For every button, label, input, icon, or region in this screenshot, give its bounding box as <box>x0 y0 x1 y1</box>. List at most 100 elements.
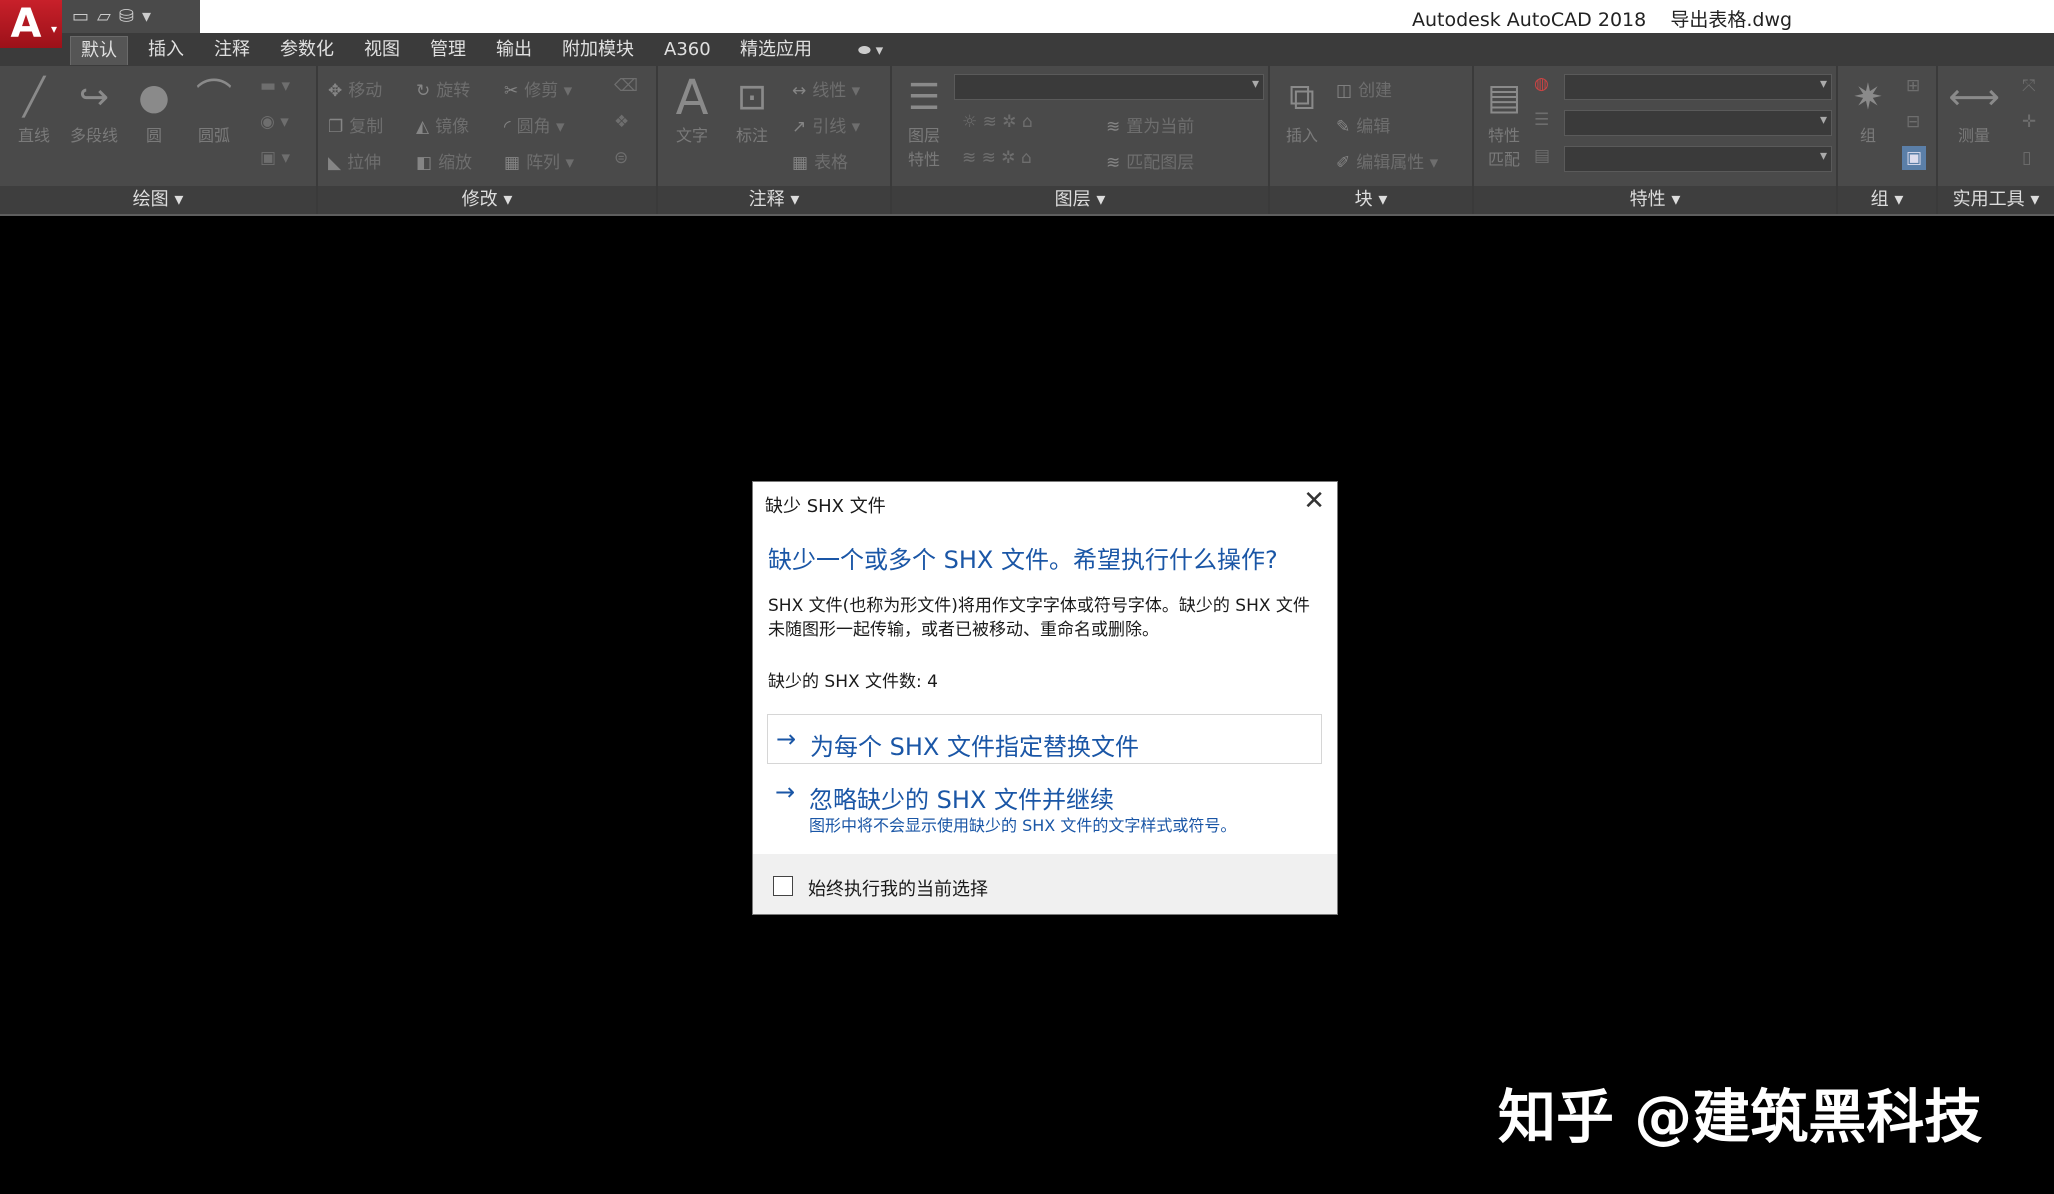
layer-tools-row-1[interactable]: ☼ ≋ ✲ ⌂ <box>962 112 1033 132</box>
measure-icon: ⟷ <box>1948 77 2000 118</box>
scale-button[interactable]: ◧ 缩放 <box>416 148 472 173</box>
quick-select-icon[interactable]: ⤧ <box>2022 76 2036 96</box>
annotation-panel-title[interactable]: 注释 ▾ <box>658 186 890 214</box>
text-button[interactable]: A 文字 <box>662 74 722 146</box>
window-title: Autodesk AutoCAD 2018 导出表格.dwg <box>1412 9 1793 31</box>
dialog-title: 缺少 SHX 文件 <box>765 496 886 517</box>
group-select-icon[interactable]: ▣ <box>1902 146 1927 170</box>
scale-icon: ◧ <box>416 153 433 173</box>
draw-panel-title[interactable]: 绘图 ▾ <box>0 186 316 214</box>
mirror-icon: ◭ <box>416 117 430 137</box>
block-panel: ⧉ 插入 ◫ 创建 ✎ 编辑 ✐ 编辑属性 ▾ 块 ▾ <box>1270 66 1474 214</box>
tab-manage[interactable]: 管理 <box>420 36 476 64</box>
group-edit-icon[interactable]: ⊟ <box>1906 112 1920 132</box>
stretch-button[interactable]: ◣ 拉伸 <box>328 148 381 173</box>
option2-label: 忽略缺少的 SHX 文件并继续 <box>809 786 1114 814</box>
layers-panel-title[interactable]: 图层 ▾ <box>892 186 1268 214</box>
edit-block-button[interactable]: ✎ 编辑 <box>1336 112 1390 137</box>
properties-panel-title[interactable]: 特性 ▾ <box>1474 186 1836 214</box>
modify-panel-title[interactable]: 修改 ▾ <box>318 186 656 214</box>
rectangle-icon[interactable]: ▬ ▾ <box>260 76 290 96</box>
leader-button[interactable]: ↗ 引线 ▾ <box>792 112 860 137</box>
circle-button[interactable]: ● 圆 <box>124 74 184 146</box>
explode-icon[interactable]: ❖ <box>614 112 629 132</box>
edit-attribute-button[interactable]: ✐ 编辑属性 ▾ <box>1336 148 1438 173</box>
block-panel-title[interactable]: 块 ▾ <box>1270 186 1472 214</box>
region-icon[interactable]: ▣ ▾ <box>260 148 290 168</box>
open-icon[interactable]: ▱ <box>97 6 111 27</box>
always-perform-label[interactable]: 始终执行我的当前选择 <box>808 875 988 901</box>
mirror-button[interactable]: ◭ 镜像 <box>416 112 469 137</box>
application-menu-button[interactable]: A ▾ <box>0 0 62 48</box>
erase-icon[interactable]: ⌫ <box>614 76 638 96</box>
tab-output[interactable]: 输出 <box>486 36 542 64</box>
layer-properties-icon: ☰ <box>907 77 941 118</box>
arc-button[interactable]: ⌒ 圆弧 <box>184 74 244 146</box>
match-properties-label-2: 匹配 <box>1487 150 1520 169</box>
line-button[interactable]: ╱ 直线 <box>4 74 64 146</box>
insert-block-button[interactable]: ⧉ 插入 <box>1272 74 1332 146</box>
color-wheel-icon: ◍ <box>1534 74 1549 94</box>
dropdown-icon[interactable]: ▾ <box>142 6 151 27</box>
linear-button[interactable]: ↔ 线性 ▾ <box>792 76 860 101</box>
tab-insert[interactable]: 插入 <box>138 36 194 64</box>
trim-button[interactable]: ✂ 修剪 ▾ <box>504 76 572 101</box>
tab-view[interactable]: 视图 <box>354 36 410 64</box>
layer-properties-label-1: 图层 <box>907 126 940 145</box>
array-button[interactable]: ▦ 阵列 ▾ <box>504 148 574 173</box>
create-block-button[interactable]: ◫ 创建 <box>1336 76 1392 101</box>
specify-replacement-option[interactable]: → 为每个 SHX 文件指定替换文件 <box>767 714 1322 764</box>
layer-tools-row-2[interactable]: ≋ ≋ ✲ ⌂ <box>962 148 1032 168</box>
tab-home[interactable]: 默认 <box>70 36 128 65</box>
match-layer-button[interactable]: ≋ 匹配图层 <box>1106 148 1194 173</box>
fillet-button[interactable]: ◜ 圆角 ▾ <box>504 112 565 137</box>
ribbon: ╱ 直线 ↪ 多段线 ● 圆 ⌒ 圆弧 ▬ ▾ ◉ ▾ ▣ ▾ 绘图 ▾ ✥ 移动… <box>0 66 2054 216</box>
groups-panel: ✷ 组 ⊞ ⊟ ▣ 组 ▾ <box>1838 66 1938 214</box>
zhihu-watermark: 知乎 @建筑黑科技 <box>1498 1083 1983 1151</box>
tab-addins[interactable]: 附加模块 <box>552 36 644 64</box>
copy-button[interactable]: ❐ 复制 <box>328 112 383 137</box>
tab-parametric[interactable]: 参数化 <box>270 36 344 64</box>
linear-dim-icon: ↔ <box>792 81 807 101</box>
set-current-button[interactable]: ≋ 置为当前 <box>1106 112 1194 137</box>
save-icon[interactable]: ⛁ <box>119 6 134 27</box>
color-dropdown[interactable] <box>1564 74 1832 100</box>
offset-icon[interactable]: ⊜ <box>614 148 628 168</box>
array-icon: ▦ <box>504 153 521 173</box>
layer-properties-button[interactable]: ☰ 图层 特性 <box>894 74 954 170</box>
utilities-panel-title[interactable]: 实用工具 ▾ <box>1938 186 2054 214</box>
rotate-button[interactable]: ↻ 旋转 <box>416 76 470 101</box>
ignore-missing-option[interactable]: → 忽略缺少的 SHX 文件并继续 图形中将不会显示使用缺少的 SHX 文件的文… <box>767 768 1322 835</box>
dimension-button[interactable]: ⊡ 标注 <box>722 74 782 146</box>
set-current-icon: ≋ <box>1106 117 1121 137</box>
polyline-label: 多段线 <box>69 126 118 145</box>
point-icon[interactable]: ✛ <box>2022 112 2036 132</box>
lineweight-dropdown[interactable] <box>1564 110 1832 136</box>
autocad-logo: A <box>10 1 42 47</box>
group-button[interactable]: ✷ 组 <box>1838 74 1898 146</box>
polyline-button[interactable]: ↪ 多段线 <box>64 74 124 146</box>
properties-panel: ▤ 特性 匹配 ◍ ☰ ▤ 特性 ▾ <box>1474 66 1838 214</box>
tab-featured-apps[interactable]: 精选应用 <box>730 36 822 64</box>
new-icon[interactable]: ▭ <box>72 6 89 27</box>
ungroup-icon[interactable]: ⊞ <box>1906 76 1920 96</box>
table-icon: ▦ <box>792 153 809 173</box>
always-perform-checkbox[interactable] <box>773 876 793 896</box>
groups-panel-title[interactable]: 组 ▾ <box>1838 186 1936 214</box>
linetype-dropdown[interactable] <box>1564 146 1832 172</box>
tab-a360[interactable]: A360 <box>654 36 721 64</box>
layer-dropdown[interactable] <box>954 74 1264 100</box>
measure-button[interactable]: ⟷ 测量 <box>1944 74 2004 146</box>
close-icon[interactable]: ✕ <box>1303 486 1325 516</box>
match-properties-button[interactable]: ▤ 特性 匹配 <box>1474 74 1534 170</box>
ribbon-options-icon[interactable]: ⬬ ▾ <box>858 41 883 59</box>
linetype-icon: ▤ <box>1534 146 1551 166</box>
dialog-footer: 始终执行我的当前选择 <box>753 854 1337 914</box>
arc-label: 圆弧 <box>197 126 230 145</box>
tab-annotate[interactable]: 注释 <box>204 36 260 64</box>
table-button[interactable]: ▦ 表格 <box>792 148 848 173</box>
hatch-icon[interactable]: ◉ ▾ <box>260 112 289 132</box>
calculator-icon[interactable]: ▯ <box>2022 148 2031 168</box>
move-button[interactable]: ✥ 移动 <box>328 76 382 101</box>
rotate-icon: ↻ <box>416 81 431 101</box>
